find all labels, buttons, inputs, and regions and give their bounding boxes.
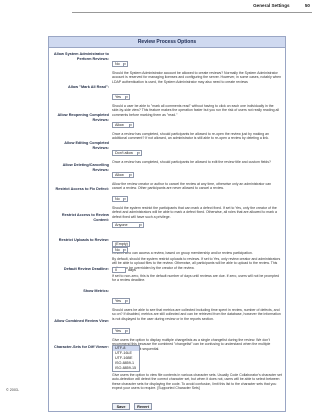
character-sets-listbox[interactable]: UTF-8 UTF-16LE UTF-16BE ISO-8859-1 ISO-8… — [112, 345, 140, 372]
setting-label: Restrict Access to Fix Defect: — [55, 187, 109, 191]
form-buttons: Save Revert — [112, 403, 152, 411]
page-header: General Settings 50 — [80, 3, 310, 15]
restrict-uploads-select[interactable]: No ▾ — [112, 247, 128, 253]
setting-label: Character-Sets for Diff Viewer: — [53, 345, 109, 349]
chevron-down-icon: ▾ — [125, 329, 128, 333]
combined-view-select[interactable]: Yes ▾ — [112, 328, 130, 334]
revert-button[interactable]: Revert — [134, 403, 152, 410]
chevron-down-icon: ▾ — [139, 223, 142, 227]
setting-label: Default Review Deadline: — [63, 267, 109, 271]
setting-label: Allow Editing Completed Reviews: — [64, 141, 109, 150]
setting-label: Allow Combined Review View: — [54, 319, 109, 323]
review-content-access-select[interactable]: Anyone ▾ — [112, 222, 144, 228]
admin-reviews-select[interactable]: No ▾ — [112, 61, 128, 67]
section-title: General Settings — [253, 3, 290, 8]
setting-label: Restrict Uploads to Review: — [58, 238, 109, 242]
panel-title: Review Process Options — [49, 37, 285, 48]
delete-cancel-select[interactable]: Allow ▾ — [112, 172, 134, 178]
copyright-text: © 2003- — [6, 388, 20, 392]
fix-defect-select[interactable]: No ▾ — [112, 196, 128, 202]
setting-description: Once a review has completed, should part… — [112, 132, 270, 141]
setting-label: Allow "Mark All Read": — [67, 85, 109, 89]
setting-label: Allow Reopening Completed Reviews: — [57, 113, 109, 122]
review-options-panel: Review Process Options Allow System Admi… — [48, 36, 286, 412]
edit-completed-select[interactable]: Don't allow ▾ — [112, 150, 142, 156]
chevron-down-icon: ▾ — [137, 151, 140, 155]
mark-all-read-select[interactable]: Yes ▾ — [112, 94, 130, 100]
setting-description: Give users the option to view file conte… — [112, 373, 282, 390]
setting-label: Allow System Administrator to Perform Re… — [53, 52, 109, 61]
chevron-down-icon: ▾ — [125, 95, 128, 99]
chevron-down-icon: ▾ — [123, 62, 126, 66]
header-divider — [72, 12, 312, 13]
setting-description: If set to non-zero, this is the default … — [112, 274, 280, 283]
deadline-unit-label: days — [128, 268, 136, 272]
setting-description: Should the System Administrator account … — [112, 71, 282, 84]
show-metrics-select[interactable]: Yes ▾ — [112, 298, 130, 304]
listbox-option[interactable]: ISO-8859-15 — [113, 366, 139, 371]
chevron-down-icon: ▾ — [129, 173, 132, 177]
chevron-down-icon: ▾ — [123, 197, 126, 201]
page-number: 50 — [304, 3, 310, 8]
setting-label: Show Metrics: — [83, 289, 109, 293]
setting-label: Allow Deleting/Cancelling Reviews: — [62, 163, 109, 172]
save-button[interactable]: Save — [112, 403, 130, 410]
chevron-down-icon: ▾ — [129, 123, 132, 127]
reopen-reviews-select[interactable]: Allow ▾ — [112, 122, 134, 128]
chevron-down-icon: ▾ — [125, 299, 128, 303]
deadline-days-input[interactable]: 0 — [112, 267, 126, 273]
setting-label: Restrict Access to Review Content: — [61, 213, 109, 222]
chevron-down-icon: ▾ — [123, 248, 126, 252]
